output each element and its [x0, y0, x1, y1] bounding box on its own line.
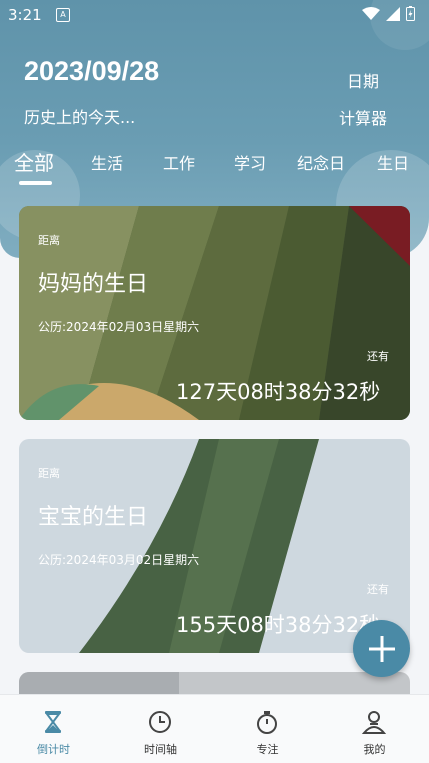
calculator-button[interactable]: 计算器	[339, 105, 387, 129]
nav-profile[interactable]: 我的	[321, 695, 428, 763]
tab-indicator	[19, 181, 52, 185]
tab-life[interactable]: 生活	[91, 150, 123, 174]
date-button[interactable]: 日期	[347, 68, 379, 92]
notification-icon: A	[56, 8, 70, 22]
nav-label: 专注	[256, 743, 279, 756]
solar-date: 公历:2024年02月03日星期六	[38, 320, 200, 334]
category-tabs: 全部 生活 工作 学习 纪念日 生日	[0, 150, 429, 190]
clock-icon	[149, 711, 171, 733]
countdown-card[interactable]	[19, 672, 410, 694]
remaining-label: 还有	[367, 583, 389, 596]
remaining-label: 还有	[367, 350, 389, 363]
status-time: 3:21	[8, 6, 42, 24]
countdown-card[interactable]: 距离 宝宝的生日 公历:2024年03月02日星期六 还有 155天08时38分…	[19, 439, 410, 653]
nav-label: 倒计时	[37, 743, 70, 756]
hourglass-icon	[45, 711, 61, 733]
bottom-navigation: 倒计时 时间轴 专注 我的	[0, 694, 429, 763]
event-title: 妈妈的生日	[38, 272, 149, 297]
plus-icon	[368, 635, 395, 662]
solar-date: 公历:2024年03月02日星期六	[38, 553, 200, 567]
distance-label: 距离	[38, 234, 60, 247]
signal-icon	[386, 6, 400, 21]
tab-work[interactable]: 工作	[163, 150, 195, 174]
stopwatch-icon	[257, 711, 277, 734]
history-today-link[interactable]: 历史上的今天...	[24, 104, 135, 128]
wifi-icon	[362, 6, 380, 20]
nav-label: 我的	[363, 743, 386, 756]
distance-label: 距离	[38, 467, 60, 480]
countdown-value: 155天08时38分32秒	[176, 613, 381, 637]
current-date: 2023/09/28	[24, 56, 160, 86]
nav-countdown[interactable]: 倒计时	[0, 695, 107, 763]
countdown-value: 127天08时38分32秒	[176, 380, 381, 404]
event-title: 宝宝的生日	[38, 505, 149, 530]
tab-birthday[interactable]: 生日	[377, 150, 409, 174]
person-icon	[361, 711, 387, 734]
card-background-image	[19, 672, 410, 694]
nav-focus[interactable]: 专注	[214, 695, 321, 763]
tab-study[interactable]: 学习	[234, 150, 266, 174]
tab-anniversary[interactable]: 纪念日	[297, 150, 345, 174]
status-bar: 3:21 A	[0, 0, 429, 30]
tab-all[interactable]: 全部	[14, 147, 54, 176]
countdown-card[interactable]: 距离 妈妈的生日 公历:2024年02月03日星期六 还有 127天08时38分…	[19, 206, 410, 420]
nav-label: 时间轴	[144, 743, 177, 756]
battery-icon	[406, 6, 415, 21]
add-event-button[interactable]	[353, 620, 410, 677]
nav-timeline[interactable]: 时间轴	[107, 695, 214, 763]
